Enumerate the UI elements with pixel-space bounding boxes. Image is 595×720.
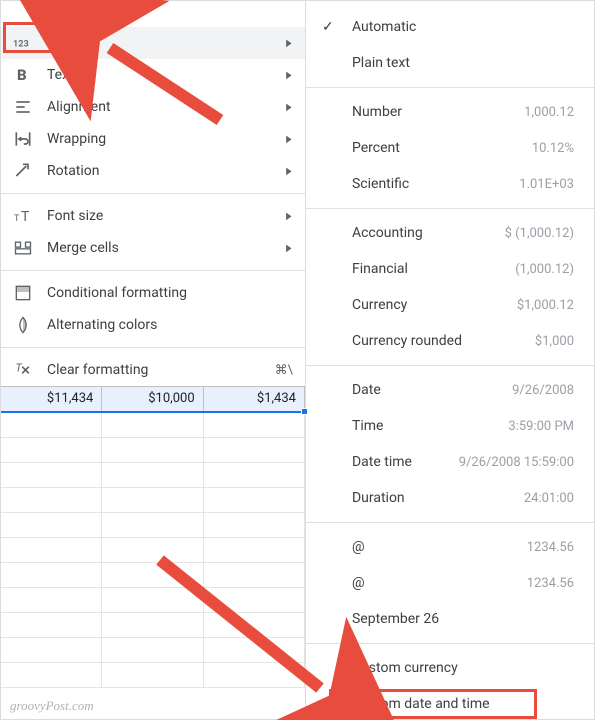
menu-label: Font size (47, 208, 285, 224)
format-option-scientific[interactable]: Scientific1.01E+03 (306, 166, 594, 202)
format-option--[interactable]: @1234.56 (306, 529, 594, 565)
font-size-icon: TT (13, 206, 33, 226)
format-example-value: 9/26/2008 15:59:00 (459, 455, 574, 470)
format-example-value: $ (1,000.12) (505, 226, 574, 241)
menu-label: Merge cells (47, 240, 285, 256)
format-option-custom-currency[interactable]: Custom currency (306, 650, 594, 686)
format-example-value: 9/26/2008 (512, 383, 574, 398)
svg-text:B: B (17, 66, 27, 84)
cell-b: $10,000 (102, 387, 203, 411)
format-label: Percent (352, 140, 532, 156)
number-123-icon: 123 (13, 33, 33, 53)
format-label: @ (352, 539, 527, 555)
format-label: Date (352, 382, 512, 398)
menu-item-clear-formatting[interactable]: T Clear formatting⌘\ (1, 354, 305, 386)
shortcut-text: ⌘\ (275, 363, 293, 378)
format-label: Custom date and time (352, 696, 574, 712)
format-option-september-26[interactable]: September 26 (306, 601, 594, 637)
menu-item-merge-cells[interactable]: Merge cells▶ (1, 232, 305, 264)
check-icon: ✓ (322, 19, 334, 35)
chevron-right-icon: ▶ (286, 166, 291, 177)
svg-text:123: 123 (13, 39, 29, 49)
menu-item-alternating-colors[interactable]: Alternating colors (1, 309, 305, 341)
format-example-value: 1234.56 (527, 540, 574, 555)
format-option-currency[interactable]: Currency$1,000.12 (306, 287, 594, 323)
menu-label: Wrapping (47, 131, 285, 147)
format-label: Automatic (352, 19, 574, 35)
format-example-value: 1234.56 (527, 576, 574, 591)
format-example-value: 1.01E+03 (519, 177, 574, 192)
menu-item-text[interactable]: B Text▶ (1, 59, 305, 91)
format-option-number[interactable]: Number1,000.12 (306, 94, 594, 130)
format-option-time[interactable]: Time3:59:00 PM (306, 408, 594, 444)
menu-item-rotation[interactable]: Rotation▶ (1, 155, 305, 187)
wrapping-icon (13, 129, 33, 149)
format-option-financial[interactable]: Financial(1,000.12) (306, 251, 594, 287)
format-label: @ (352, 575, 527, 591)
format-label: Duration (352, 490, 524, 506)
chevron-right-icon: ▶ (286, 243, 291, 254)
chevron-right-icon: ▶ (286, 211, 291, 222)
menu-label: Text (47, 67, 285, 83)
menu-item-number[interactable]: 123 Number▶ (1, 27, 305, 59)
alternating-colors-icon (13, 315, 33, 335)
format-example-value: (1,000.12) (515, 262, 574, 277)
format-option-duration[interactable]: Duration24:01:00 (306, 480, 594, 516)
clear-formatting-icon: T (13, 360, 33, 380)
format-label: Currency rounded (352, 333, 535, 349)
merge-cells-icon (13, 238, 33, 258)
menu-label: Alignment (47, 99, 285, 115)
format-option-percent[interactable]: Percent10.12% (306, 130, 594, 166)
format-option-plain-text[interactable]: Plain text (306, 45, 594, 81)
alignment-icon (13, 97, 33, 117)
format-label: Date time (352, 454, 459, 470)
format-example-value: 1,000.12 (524, 105, 574, 120)
format-example-value: $1,000.12 (517, 298, 574, 313)
format-label: Financial (352, 261, 515, 277)
format-option-accounting[interactable]: Accounting$ (1,000.12) (306, 215, 594, 251)
menu-item-conditional-formatting[interactable]: Conditional formatting (1, 277, 305, 309)
svg-text:T: T (16, 362, 23, 375)
format-option-currency-rounded[interactable]: Currency rounded$1,000 (306, 323, 594, 359)
grid-background (1, 413, 305, 713)
menu-label: Number (47, 35, 285, 51)
format-option--[interactable]: @1234.56 (306, 565, 594, 601)
watermark-text: groovyPost.com (10, 698, 94, 714)
menu-item-wrapping[interactable]: Wrapping▶ (1, 123, 305, 155)
format-example-value: $1,000 (535, 334, 574, 349)
format-option-date[interactable]: Date9/26/2008 (306, 372, 594, 408)
menu-label: Clear formatting (47, 362, 275, 378)
rotation-icon (13, 161, 33, 181)
format-label: Number (352, 104, 524, 120)
chevron-right-icon: ▶ (286, 70, 291, 81)
conditional-formatting-icon (13, 283, 33, 303)
format-example-value: 3:59:00 PM (508, 419, 574, 434)
format-option-custom-date-and-time[interactable]: Custom date and time (306, 686, 594, 719)
chevron-right-icon: ▶ (286, 102, 291, 113)
menu-label: Alternating colors (47, 317, 293, 333)
menu-label: Rotation (47, 163, 285, 179)
format-label: Scientific (352, 176, 519, 192)
format-label: Time (352, 418, 508, 434)
menu-item-alignment[interactable]: Alignment▶ (1, 91, 305, 123)
format-option-automatic[interactable]: ✓ Automatic (306, 9, 594, 45)
bold-icon: B (13, 65, 33, 85)
format-option-date-time[interactable]: Date time9/26/2008 15:59:00 (306, 444, 594, 480)
format-label: September 26 (352, 611, 574, 627)
svg-text:T: T (14, 214, 20, 224)
cell-c: $1,434 (204, 387, 305, 411)
format-label: Plain text (352, 55, 574, 71)
format-label: Custom currency (352, 660, 574, 676)
svg-text:T: T (21, 209, 30, 225)
format-label: Accounting (352, 225, 505, 241)
menu-label: Conditional formatting (47, 285, 293, 301)
format-label: Currency (352, 297, 517, 313)
format-example-value: 10.12% (532, 141, 574, 156)
selected-cells-row: $11,434 $10,000 $1,434 (1, 386, 305, 413)
format-example-value: 24:01:00 (524, 491, 574, 506)
chevron-right-icon: ▶ (286, 134, 291, 145)
chevron-right-icon: ▶ (286, 38, 291, 49)
menu-item-font-size[interactable]: TT Font size▶ (1, 200, 305, 232)
cell-a: $11,434 (1, 387, 102, 411)
